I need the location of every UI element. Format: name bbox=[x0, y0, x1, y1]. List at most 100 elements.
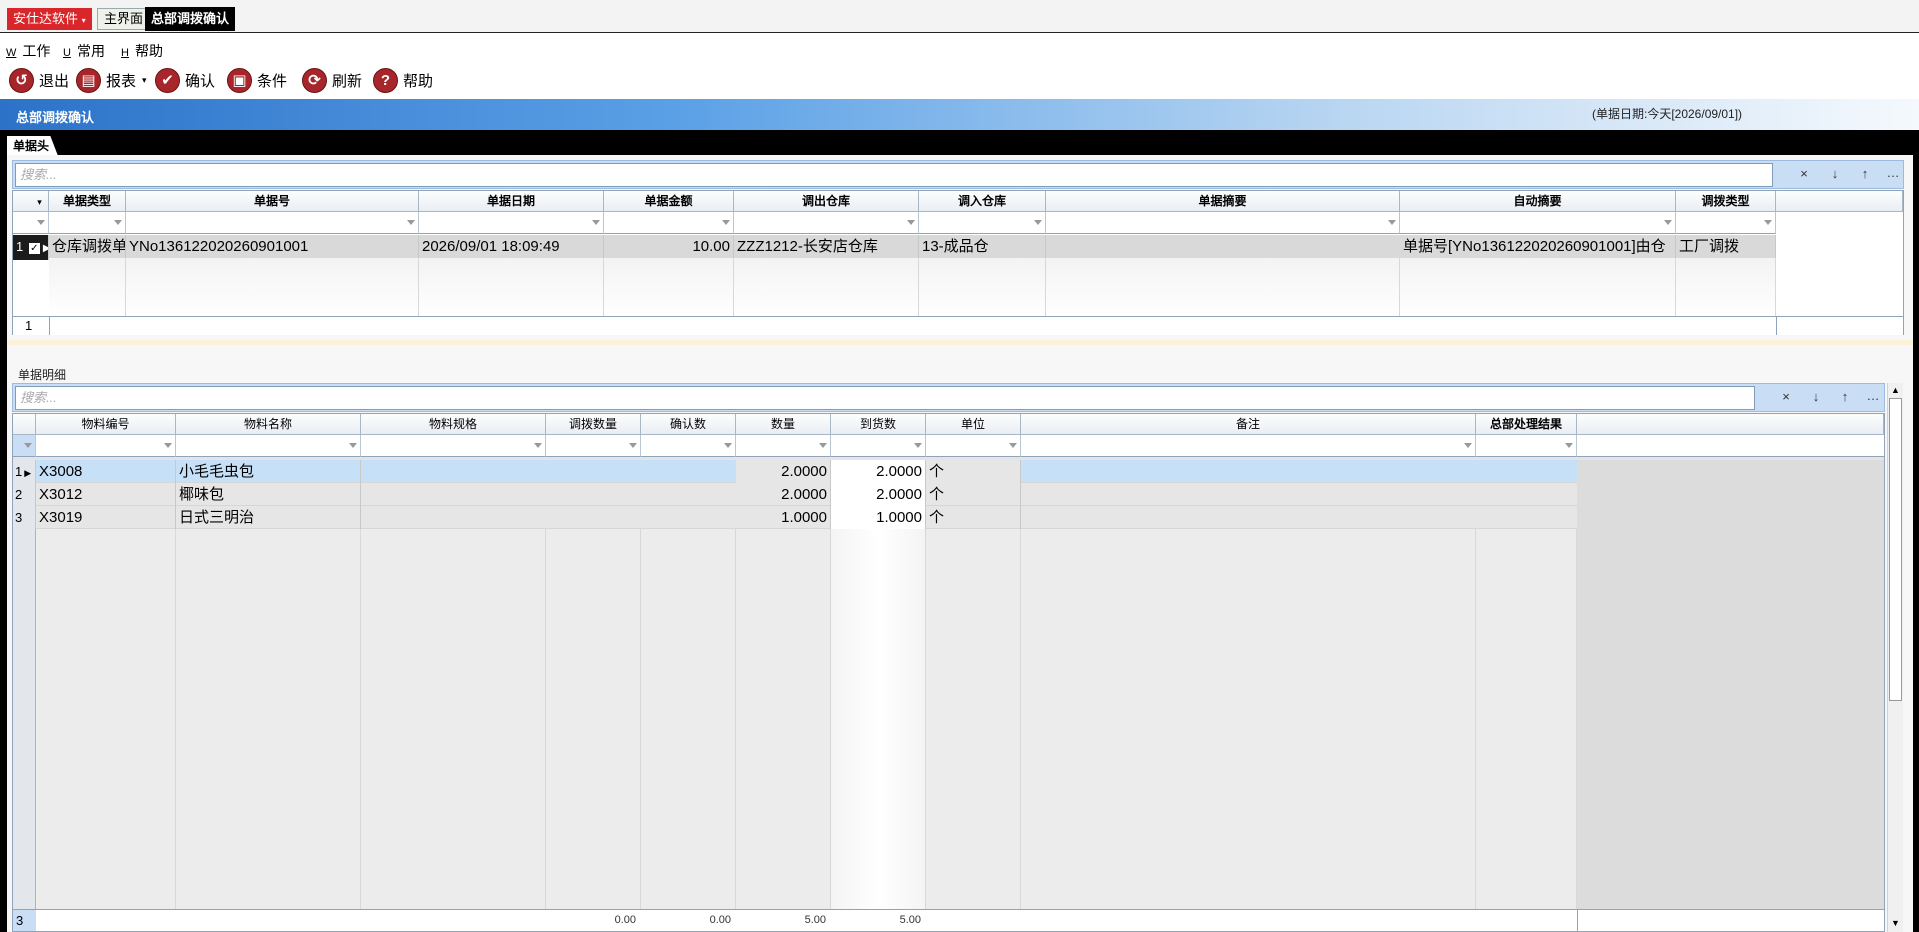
cell-doc-no[interactable]: YNo136122020260901001 bbox=[126, 235, 419, 258]
header-corner[interactable] bbox=[13, 414, 36, 435]
column-header[interactable]: 确认数 bbox=[641, 414, 736, 435]
column-header[interactable]: 调出仓库 bbox=[734, 191, 919, 212]
filter-cell[interactable] bbox=[1476, 435, 1577, 457]
cell-type[interactable]: 仓库调拨单 bbox=[49, 235, 126, 258]
header-corner[interactable]: ▾ bbox=[13, 191, 49, 212]
tab-main[interactable]: 主界面 bbox=[97, 8, 151, 30]
cell-qty[interactable]: 2.0000 bbox=[736, 460, 831, 483]
filter-cell[interactable] bbox=[926, 435, 1021, 457]
filter-cell[interactable] bbox=[1676, 212, 1776, 234]
tab-document-header[interactable]: 单据头 bbox=[7, 136, 59, 156]
filter-cell[interactable] bbox=[361, 435, 546, 457]
column-header[interactable]: 总部处理结果 bbox=[1476, 414, 1577, 435]
filter-cell[interactable] bbox=[176, 435, 361, 457]
exit-button[interactable]: ↺ 退出 bbox=[9, 67, 69, 93]
row-indicator[interactable]: 1 ✓▶ bbox=[13, 235, 49, 260]
filter-cell[interactable] bbox=[36, 435, 176, 457]
tab-current[interactable]: 总部调拨确认 bbox=[145, 7, 236, 31]
filter-cell[interactable] bbox=[13, 212, 49, 234]
cell-arrived[interactable]: 2.0000 bbox=[831, 460, 926, 483]
cell-arrived[interactable]: 1.0000 bbox=[831, 506, 926, 529]
scrollbar-thumb[interactable] bbox=[1889, 398, 1902, 701]
arrow-down-icon[interactable]: ↓ bbox=[1823, 166, 1847, 181]
menu-common[interactable]: U 常用 bbox=[63, 41, 105, 61]
arrow-up-icon[interactable]: ↑ bbox=[1853, 166, 1877, 181]
filter-cell[interactable] bbox=[13, 435, 36, 457]
report-button[interactable]: ▤ 报表 ▾ bbox=[76, 67, 147, 93]
table-row[interactable]: 2 X3012 椰味包 2.0000 2.0000 个 bbox=[13, 483, 1884, 506]
column-header[interactable]: 自动摘要 bbox=[1400, 191, 1676, 212]
clear-icon[interactable]: × bbox=[1792, 166, 1816, 181]
filter-cell[interactable] bbox=[1046, 212, 1400, 234]
condition-button[interactable]: ▣ 条件 bbox=[227, 67, 287, 93]
cell-date[interactable]: 2026/09/01 18:09:49 bbox=[419, 235, 604, 258]
filter-cell[interactable] bbox=[641, 435, 736, 457]
refresh-button[interactable]: ⟳ 刷新 bbox=[302, 67, 362, 93]
scroll-down-icon[interactable]: ▼ bbox=[1891, 918, 1900, 928]
row-number[interactable]: 3 bbox=[13, 506, 36, 529]
cell-unit[interactable]: 个 bbox=[926, 460, 1021, 483]
arrow-up-icon[interactable]: ↑ bbox=[1833, 389, 1857, 404]
table-row[interactable]: 3 X3019 日式三明治 1.0000 1.0000 个 bbox=[13, 506, 1884, 529]
filter-cell[interactable] bbox=[546, 435, 641, 457]
column-header[interactable]: 物料名称 bbox=[176, 414, 361, 435]
filter-cell[interactable] bbox=[1400, 212, 1676, 234]
cell-code[interactable]: X3008 bbox=[36, 460, 176, 483]
filter-cell[interactable] bbox=[126, 212, 419, 234]
row-indicator[interactable]: 1 ▶ bbox=[13, 460, 36, 485]
column-header[interactable]: 调拨类型 bbox=[1676, 191, 1776, 212]
column-header[interactable]: 调入仓库 bbox=[919, 191, 1046, 212]
cell-name[interactable]: 椰味包 bbox=[176, 483, 361, 506]
cell-auto-memo[interactable]: 单据号[YNo136122020260901001]由仓 bbox=[1400, 235, 1676, 258]
filter-cell[interactable] bbox=[734, 212, 919, 234]
cell-name[interactable]: 小毛毛虫包 bbox=[176, 460, 361, 483]
column-header[interactable]: 到货数 bbox=[831, 414, 926, 435]
filter-cell[interactable] bbox=[831, 435, 926, 457]
row-number[interactable]: 2 bbox=[13, 483, 36, 506]
brand-menu-button[interactable]: 安仕达软件 ▾ bbox=[7, 8, 92, 30]
column-header[interactable]: 数量 bbox=[736, 414, 831, 435]
column-header[interactable]: 单据日期 bbox=[419, 191, 604, 212]
filter-cell[interactable] bbox=[919, 212, 1046, 234]
help-button[interactable]: ? 帮助 bbox=[373, 67, 433, 93]
scroll-up-icon[interactable]: ▲ bbox=[1891, 385, 1900, 395]
table-row[interactable]: 1 ✓▶ 仓库调拨单 YNo136122020260901001 2026/09… bbox=[13, 235, 1776, 260]
clear-icon[interactable]: × bbox=[1774, 389, 1798, 404]
column-header[interactable]: 单据类型 bbox=[49, 191, 126, 212]
cell-qty[interactable]: 1.0000 bbox=[736, 506, 831, 529]
column-header[interactable]: 调拨数量 bbox=[546, 414, 641, 435]
filter-cell[interactable] bbox=[419, 212, 604, 234]
menu-work[interactable]: W 工作 bbox=[6, 41, 50, 61]
cell-qty[interactable]: 2.0000 bbox=[736, 483, 831, 506]
checkbox-checked-icon[interactable]: ✓ bbox=[28, 243, 40, 254]
column-header[interactable]: 单据号 bbox=[126, 191, 419, 212]
column-header[interactable]: 备注 bbox=[1021, 414, 1476, 435]
cell-arrived[interactable]: 2.0000 bbox=[831, 483, 926, 506]
vertical-scrollbar[interactable]: ▲ ▼ bbox=[1887, 383, 1903, 932]
confirm-button[interactable]: ✔ 确认 bbox=[155, 67, 215, 93]
detail-search-input[interactable]: 搜索... bbox=[15, 386, 1755, 410]
filter-cell[interactable] bbox=[49, 212, 126, 234]
arrow-down-icon[interactable]: ↓ bbox=[1804, 389, 1828, 404]
column-header[interactable]: 单据摘要 bbox=[1046, 191, 1400, 212]
cell-amount[interactable]: 10.00 bbox=[604, 235, 734, 258]
cell-unit[interactable]: 个 bbox=[926, 483, 1021, 506]
more-icon[interactable]: … bbox=[1881, 165, 1905, 180]
table-row[interactable]: 1 ▶ X3008 小毛毛虫包 2.0000 2.0000 个 bbox=[13, 460, 1884, 485]
header-search-input[interactable]: 搜索... bbox=[15, 163, 1773, 187]
cell-unit[interactable]: 个 bbox=[926, 506, 1021, 529]
filter-cell[interactable] bbox=[604, 212, 734, 234]
column-header[interactable]: 单据金额 bbox=[604, 191, 734, 212]
column-header[interactable]: 物料规格 bbox=[361, 414, 546, 435]
filter-cell[interactable] bbox=[736, 435, 831, 457]
cell-in-warehouse[interactable]: 13-成品仓 bbox=[919, 235, 1046, 258]
menu-help[interactable]: H 帮助 bbox=[121, 41, 163, 61]
filter-cell[interactable] bbox=[1021, 435, 1476, 457]
cell-name[interactable]: 日式三明治 bbox=[176, 506, 361, 529]
cell-transfer-type[interactable]: 工厂调拨 bbox=[1676, 235, 1776, 258]
cell-code[interactable]: X3012 bbox=[36, 483, 176, 506]
more-icon[interactable]: … bbox=[1861, 388, 1885, 403]
column-header[interactable]: 物料编号 bbox=[36, 414, 176, 435]
column-header[interactable]: 单位 bbox=[926, 414, 1021, 435]
cell-out-warehouse[interactable]: ZZZ1212-长安店仓库 bbox=[734, 235, 919, 258]
